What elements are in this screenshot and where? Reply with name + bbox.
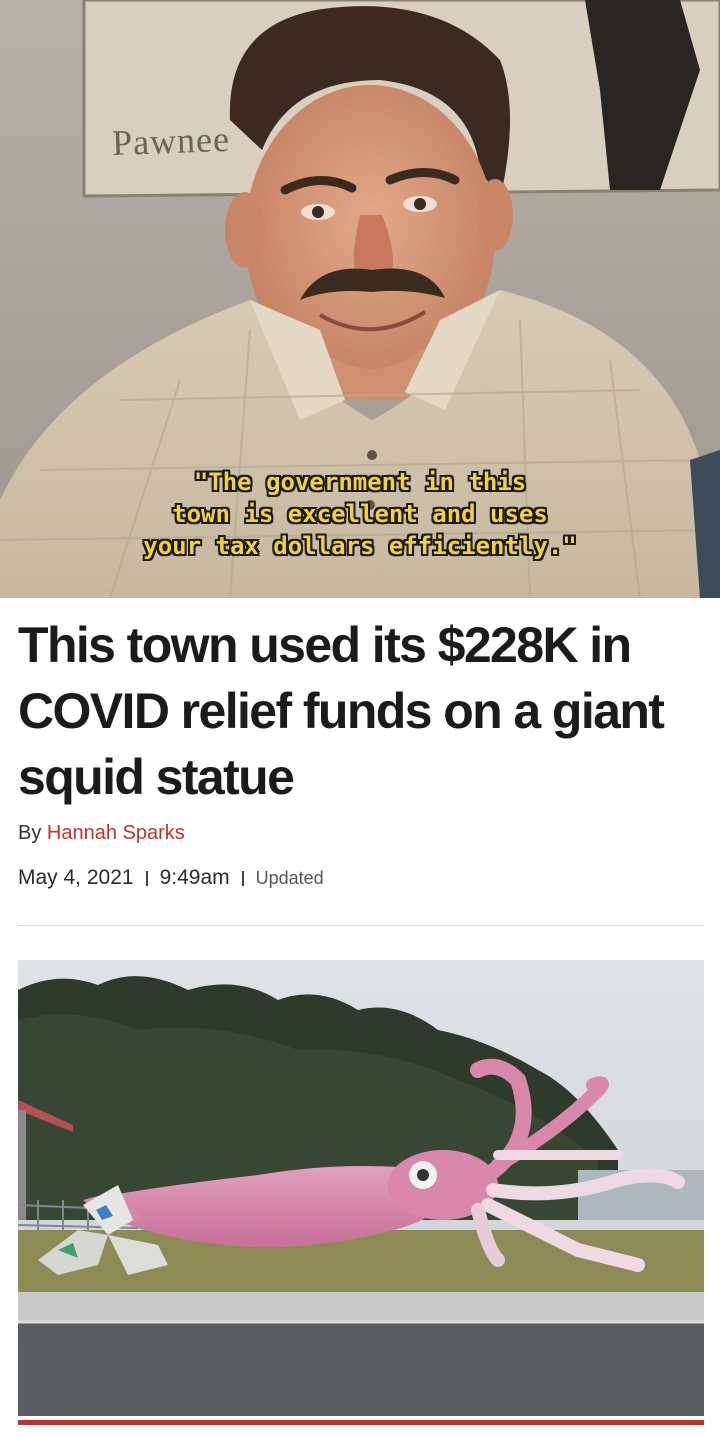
article-headline[interactable]: This town used its $228K in COVID relief… [18, 612, 708, 810]
divider [18, 925, 704, 926]
squid-statue-photo [18, 960, 704, 1416]
caption-line: your tax dollars efficiently." [143, 532, 577, 560]
meta-separator [145, 870, 148, 886]
publish-time: 9:49am [159, 866, 230, 889]
article-meta: May 4, 2021 9:49am Updated [18, 866, 324, 890]
accent-bar [18, 1420, 704, 1425]
meme-image: Pawnee "The government in this town is e… [0, 0, 720, 598]
updated-label[interactable]: Updated [256, 868, 324, 889]
caption-line: "The government in this [193, 468, 527, 496]
article-photo[interactable] [18, 960, 704, 1416]
publish-date: May 4, 2021 [18, 866, 134, 889]
author-link[interactable]: Hannah Sparks [47, 822, 185, 844]
meta-separator [241, 870, 244, 886]
sign-text: Pawnee [111, 118, 231, 164]
caption-line: town is excellent and uses [172, 500, 548, 528]
byline-prefix: By [18, 822, 42, 844]
byline: By Hannah Sparks [18, 822, 185, 845]
meme-caption: "The government in this town is excellen… [0, 466, 720, 562]
